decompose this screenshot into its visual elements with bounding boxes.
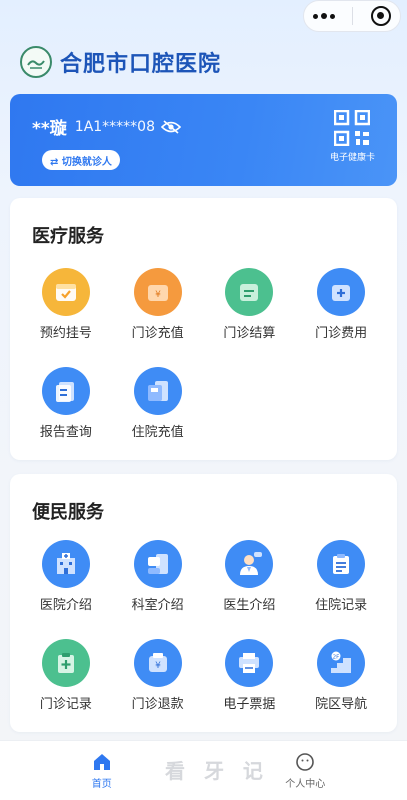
patient-info: **璇 1A1*****08 (32, 114, 181, 139)
patient-card-number: 1A1*****08 (74, 118, 155, 135)
receipt-icon (225, 268, 274, 316)
nav-home[interactable]: 首页 (62, 752, 142, 790)
service-label: 医院介绍 (39, 598, 92, 613)
service-appointment[interactable]: 预约挂号 (20, 268, 112, 341)
convenience-services-panel: 便民服务 医院介绍 科室介绍 医生介绍 住院记录 门诊记录 ¥ 门诊退款 电子票… (10, 474, 397, 732)
eye-toggle-icon[interactable] (161, 119, 181, 134)
card-stack-icon (133, 367, 182, 415)
service-label: 门诊退款 (131, 697, 184, 712)
nav-home-label: 首页 (91, 778, 112, 790)
hospital-name: 合肥市口腔医院 (60, 52, 222, 77)
service-outpatient-topup[interactable]: ¥ 门诊充值 (112, 268, 204, 341)
calendar-check-icon (41, 268, 90, 316)
close-miniprogram-icon[interactable] (371, 6, 392, 26)
service-label: 科室介绍 (131, 598, 184, 613)
document-icon (41, 367, 90, 415)
floor-stairs-icon: 2F (317, 639, 366, 687)
service-label: 预约挂号 (39, 326, 92, 341)
service-doctor-intro[interactable]: 医生介绍 (204, 540, 296, 613)
clipboard-list-icon (317, 540, 366, 588)
service-label: 门诊记录 (39, 697, 92, 712)
wallet-yuan-icon: ¥ (133, 268, 182, 316)
service-label: 门诊费用 (315, 326, 368, 341)
service-label: 医生介绍 (223, 598, 276, 613)
more-icon[interactable] (312, 13, 335, 19)
service-label: 院区导航 (315, 697, 368, 712)
hospital-logo-icon (20, 46, 52, 78)
service-label: 住院充值 (131, 425, 184, 440)
service-label: 报告查询 (39, 425, 92, 440)
qr-code-icon (334, 110, 371, 146)
service-outpatient-settlement[interactable]: 门诊结算 (204, 268, 296, 341)
service-inpatient-topup[interactable]: 住院充值 (112, 367, 204, 440)
service-label: 电子票据 (223, 697, 276, 712)
plus-box-icon (317, 268, 366, 316)
service-campus-navigation[interactable]: 2F 院区导航 (295, 639, 387, 712)
clipboard-plus-icon (41, 639, 90, 687)
service-outpatient-records[interactable]: 门诊记录 (20, 639, 112, 712)
switch-patient-button[interactable]: ⇄ 切换就诊人 (42, 150, 120, 170)
home-icon (93, 753, 110, 770)
department-icon (133, 540, 182, 588)
doctor-icon (225, 540, 274, 588)
service-department-intro[interactable]: 科室介绍 (112, 540, 204, 613)
service-label: 门诊结算 (223, 326, 276, 341)
service-inpatient-records[interactable]: 住院记录 (295, 540, 387, 613)
app-header: 合肥市口腔医院 (20, 46, 221, 78)
refund-yuan-icon: ¥ (133, 639, 182, 687)
svg-text:¥: ¥ (155, 290, 161, 300)
service-outpatient-refund[interactable]: ¥ 门诊退款 (112, 639, 204, 712)
medical-services-title: 医疗服务 (32, 226, 104, 247)
medical-services-panel: 医疗服务 预约挂号 ¥ 门诊充值 门诊结算 门诊费用 报告查询 住院充值 (10, 198, 397, 460)
service-label: 门诊充值 (131, 326, 184, 341)
service-label: 住院记录 (315, 598, 368, 613)
nav-profile[interactable]: 个人中心 (265, 752, 345, 790)
health-card-label: 电子健康卡 (329, 153, 375, 163)
svg-text:2F: 2F (333, 655, 340, 661)
patient-name: **璇 (32, 119, 67, 139)
smile-face-icon (296, 752, 315, 771)
patient-card[interactable]: **璇 1A1*****08 ⇄ 切换就诊人 电子健康卡 (10, 94, 397, 186)
health-card-qr[interactable]: 电子健康卡 (330, 110, 375, 163)
watermark-text: 看 牙 记 (165, 759, 269, 783)
svg-text:¥: ¥ (155, 661, 161, 671)
service-report-query[interactable]: 报告查询 (20, 367, 112, 440)
miniprogram-capsule (303, 0, 401, 32)
nav-profile-label: 个人中心 (285, 778, 326, 790)
capsule-divider (352, 7, 354, 25)
service-outpatient-fees[interactable]: 门诊费用 (295, 268, 387, 341)
service-e-invoice[interactable]: 电子票据 (204, 639, 296, 712)
hospital-building-icon (41, 540, 90, 588)
convenience-services-title: 便民服务 (32, 502, 104, 523)
service-hospital-intro[interactable]: 医院介绍 (20, 540, 112, 613)
printer-icon (225, 639, 274, 687)
